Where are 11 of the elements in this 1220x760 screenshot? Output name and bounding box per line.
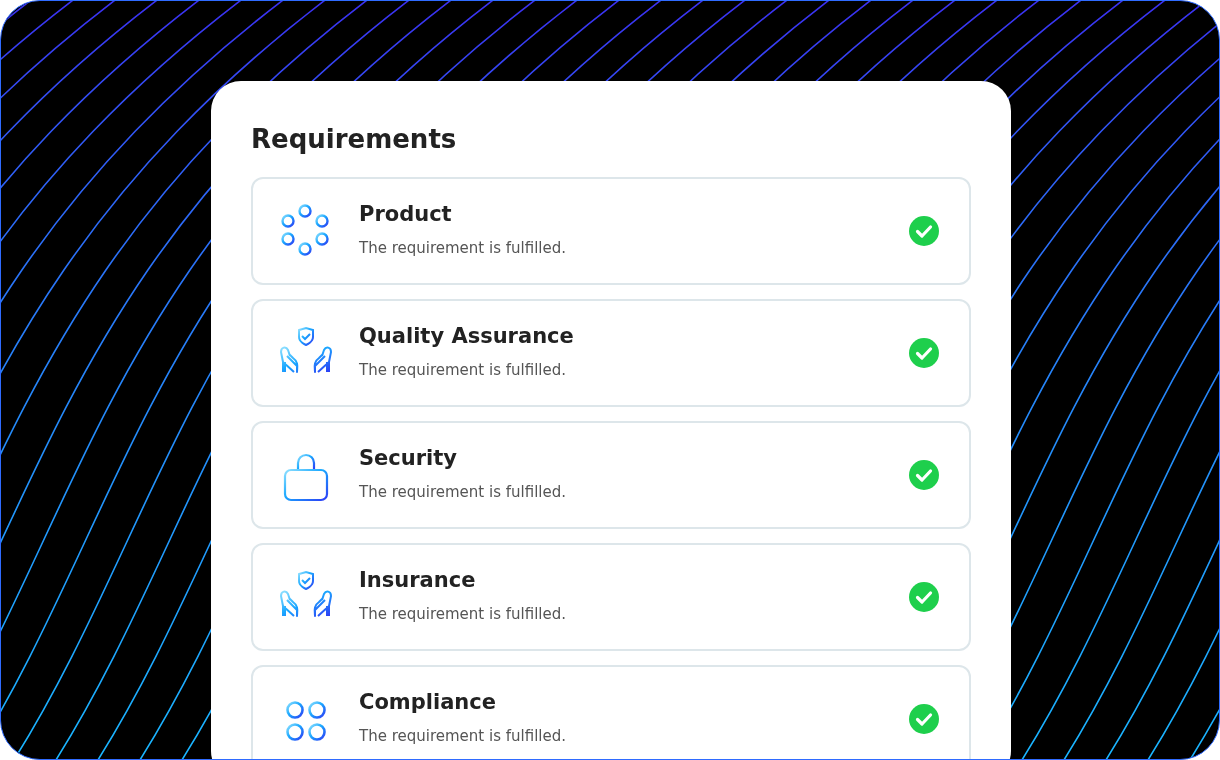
requirement-status-text: The requirement is fulfilled. — [359, 604, 567, 626]
requirement-title: Product — [359, 201, 453, 228]
requirement-status-text: The requirement is fulfilled. — [359, 238, 567, 260]
requirement-title: Insurance — [359, 567, 477, 594]
requirement-title: Security — [359, 445, 459, 472]
requirement-title: Quality Assurance — [359, 323, 575, 350]
requirement-status-text: The requirement is fulfilled. — [359, 726, 567, 748]
card-title: Requirements — [251, 123, 458, 156]
requirement-status-text: The requirement is fulfilled. — [359, 482, 567, 504]
requirement-title: Compliance — [359, 689, 497, 716]
requirement-status-text: The requirement is fulfilled. — [359, 360, 567, 382]
